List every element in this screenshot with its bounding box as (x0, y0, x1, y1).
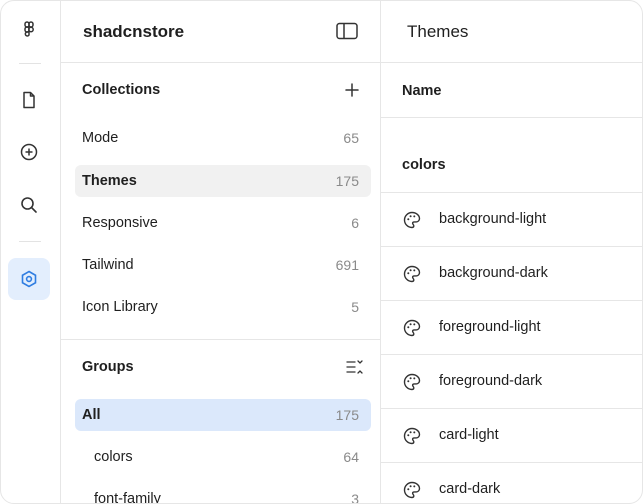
collection-label: Icon Library (82, 299, 158, 315)
add-collection-button[interactable] (343, 81, 361, 99)
palette-icon (403, 319, 421, 337)
palette-icon (403, 265, 421, 283)
variable-name: foreground-light (439, 319, 541, 335)
variable-name: card-dark (439, 481, 501, 497)
collection-count: 691 (335, 257, 359, 273)
group-heading-label: colors (402, 157, 446, 173)
rail-divider (19, 241, 41, 242)
column-header-name[interactable]: Name (381, 63, 642, 118)
variable-name: background-light (439, 211, 547, 227)
groups-title: Groups (82, 359, 134, 375)
search-icon[interactable] (8, 184, 50, 226)
section-divider (61, 339, 380, 340)
collection-item-tailwind[interactable]: Tailwind 691 (75, 249, 371, 281)
group-count: 3 (351, 491, 359, 504)
rail-divider (19, 63, 41, 64)
group-item-all[interactable]: All 175 (75, 399, 371, 431)
collection-item-responsive[interactable]: Responsive 6 (75, 207, 371, 239)
group-heading: colors (381, 139, 642, 193)
variable-row[interactable]: foreground-dark (381, 355, 642, 409)
collections-title: Collections (82, 82, 161, 98)
variable-row[interactable]: card-dark (381, 463, 642, 503)
collection-count: 5 (351, 299, 359, 315)
panel-header: shadcnstore (61, 1, 380, 63)
file-icon[interactable] (8, 79, 50, 121)
variable-name: background-dark (439, 265, 548, 281)
list-sort-icon (346, 360, 363, 374)
variable-row[interactable]: card-light (381, 409, 642, 463)
variable-row[interactable]: foreground-light (381, 301, 642, 355)
sidebar-toggle-icon[interactable] (335, 21, 359, 41)
collection-count: 175 (335, 173, 359, 189)
plus-icon (345, 83, 359, 97)
collection-item-themes[interactable]: Themes 175 (75, 165, 371, 197)
group-item-colors[interactable]: colors 64 (75, 441, 371, 473)
palette-icon (403, 427, 421, 445)
collection-label: Mode (82, 130, 119, 146)
group-label: All (82, 407, 101, 423)
app-title: shadcnstore (83, 22, 185, 41)
group-label: colors (94, 449, 133, 465)
palette-icon (403, 211, 421, 229)
plus-circle-icon[interactable] (8, 131, 50, 173)
collection-count: 65 (343, 130, 359, 146)
palette-icon (403, 481, 421, 499)
collection-item-icon-library[interactable]: Icon Library 5 (75, 291, 371, 323)
collection-item-mode[interactable]: Mode 65 (75, 122, 371, 154)
variables-icon[interactable] (8, 258, 50, 300)
collection-label: Tailwind (82, 257, 134, 273)
sort-groups-button[interactable] (344, 357, 364, 377)
group-item-font-family[interactable]: font-family 3 (75, 483, 371, 504)
figma-icon[interactable] (8, 9, 50, 51)
group-label: font-family (94, 491, 161, 504)
variable-row[interactable]: background-light (381, 193, 642, 247)
icon-rail (1, 1, 61, 503)
collection-label: Themes (82, 173, 137, 189)
variable-row[interactable]: background-dark (381, 247, 642, 301)
collection-count: 6 (351, 215, 359, 231)
variable-name: foreground-dark (439, 373, 543, 389)
palette-icon (403, 373, 421, 391)
page-title: Themes (407, 22, 469, 41)
variables-table: Themes Name colors background-light back… (381, 1, 642, 503)
content-header: Themes (381, 1, 642, 63)
variable-name: card-light (439, 427, 499, 443)
collection-label: Responsive (82, 215, 158, 231)
group-count: 64 (343, 449, 359, 465)
collections-panel: shadcnstore Collections Mode 65 Themes 1… (61, 1, 381, 504)
column-label: Name (402, 83, 442, 99)
group-count: 175 (335, 407, 359, 423)
app-window: shadcnstore Collections Mode 65 Themes 1… (0, 0, 643, 504)
